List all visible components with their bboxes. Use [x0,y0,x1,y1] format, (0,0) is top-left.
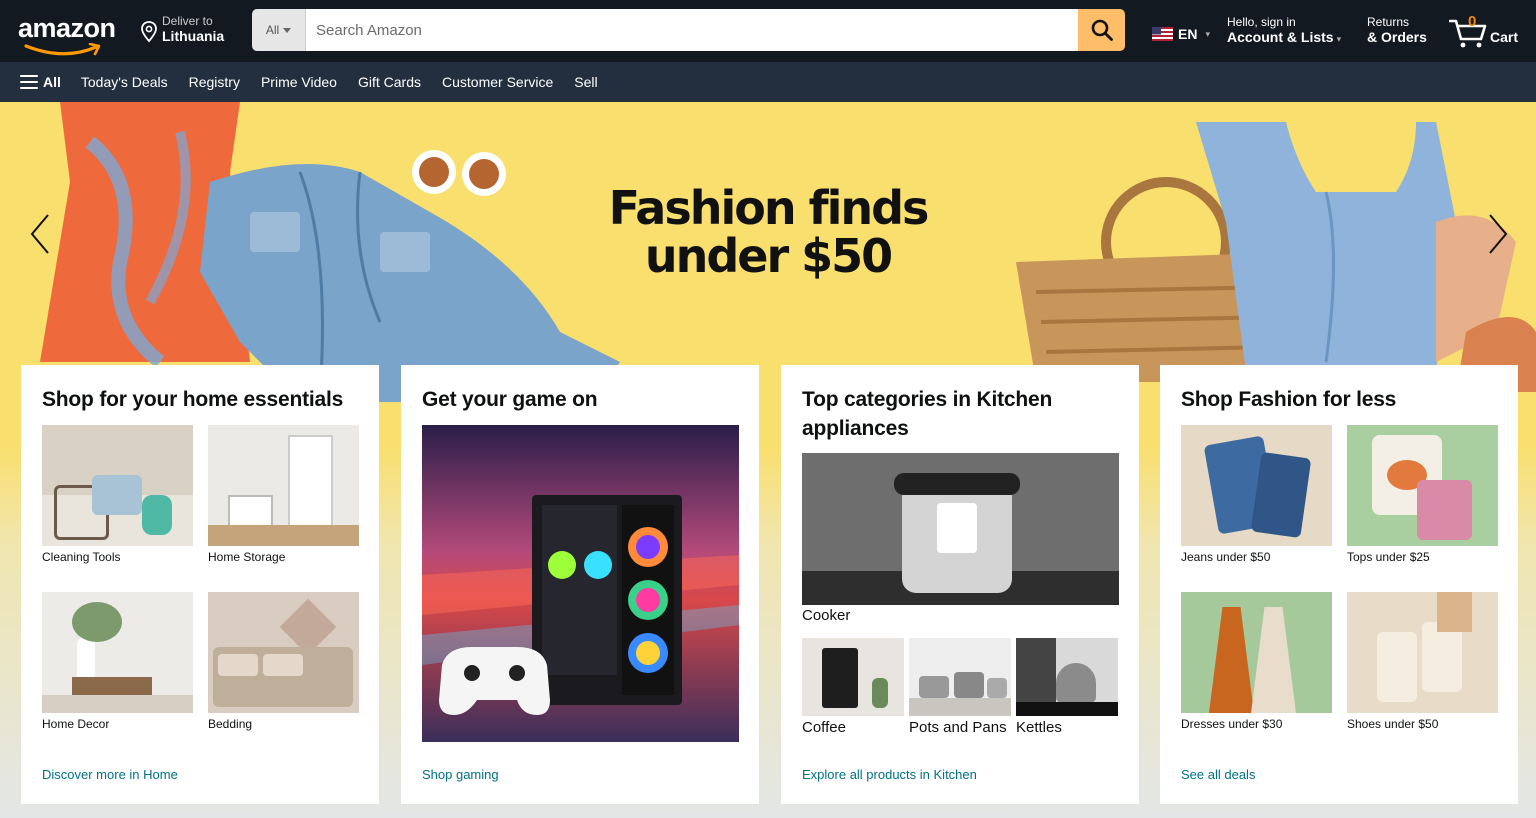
search-category-label: All [265,23,280,37]
gaming-pc-illustration [422,495,739,715]
tile-label: Kettles [1016,719,1062,736]
home-storage-image [208,425,359,546]
deliver-to-location[interactable]: Deliver to Lithuania [140,14,224,45]
card-title: Get your game on [422,388,598,411]
gaming-pc-image[interactable] [422,425,739,742]
account-caret-icon: ▾ [1336,34,1342,44]
shop-gaming-link[interactable]: Shop gaming [422,767,499,782]
nav-prime-video[interactable]: Prime Video [261,74,337,90]
tile-label: Dresses under $30 [1181,717,1283,731]
returns-orders-link[interactable]: Returns & Orders [1367,15,1427,46]
tile-label: Jeans under $50 [1181,550,1271,564]
tile-kettles[interactable]: Kettles [1016,638,1118,736]
language-caret-icon: ▾ [1205,28,1210,39]
see-all-deals-link[interactable]: See all deals [1181,767,1255,782]
tile-label: Bedding [208,717,253,731]
account-label: Account & Lists [1227,29,1334,45]
tile-label: Coffee [802,719,846,736]
all-menu-label: All [43,74,61,90]
search-button[interactable] [1078,9,1125,51]
logo-text: amazon [18,13,116,43]
carousel-next-arrow-icon[interactable] [1486,212,1510,256]
tile-jeans[interactable]: Jeans under $50 [1181,425,1332,564]
deliver-location: Lithuania [162,28,225,44]
cleaning-tools-image [42,425,193,546]
cart-label: Cart [1490,29,1519,45]
explore-kitchen-link[interactable]: Explore all products in Kitchen [802,767,977,782]
discover-home-link[interactable]: Discover more in Home [42,767,178,782]
card-title: Shop for your home essentials [42,388,344,411]
jeans-image [1181,425,1332,546]
us-flag-icon [1152,27,1173,41]
cart-count: 0 [1468,13,1477,30]
tile-dresses[interactable]: Dresses under $30 [1181,592,1332,731]
account-lists-menu[interactable]: Hello, sign in Account & Lists ▾ [1227,15,1341,48]
card-fashion-for-less: Shop Fashion for less Jeans under $50 To… [1160,365,1518,804]
tile-shoes[interactable]: Shoes under $50 [1347,592,1498,731]
kettles-image [1016,638,1118,716]
language-label: EN [1178,26,1198,42]
deliver-label: Deliver to [162,14,213,28]
tile-label: Pots and Pans [909,719,1007,736]
card-gaming: Get your game on Shop gaming [401,365,759,804]
tile-home-storage[interactable]: Home Storage [208,425,359,564]
search-bar: All [252,9,1125,51]
shoes-image [1347,592,1498,713]
amazon-logo[interactable]: amazon [18,10,124,56]
tile-bedding[interactable]: Bedding [208,592,359,731]
orders-label: & Orders [1367,29,1427,45]
tile-tops[interactable]: Tops under $25 [1347,425,1498,564]
search-input[interactable] [306,9,1078,51]
tile-label: Shoes under $50 [1347,717,1439,731]
tile-home-decor[interactable]: Home Decor [42,592,193,731]
card-home-essentials: Shop for your home essentials Cleaning T… [21,365,379,804]
card-kitchen-appliances: Top categories in Kitchen appliances Coo… [781,365,1139,804]
carousel-prev-arrow-icon[interactable] [28,212,52,256]
dresses-image [1181,592,1332,713]
search-icon [1091,19,1113,41]
cart-button[interactable]: 0 Cart [1449,11,1524,51]
tile-label: Cleaning Tools [42,550,121,564]
coffee-image [802,638,904,716]
tops-image [1347,425,1498,546]
pots-pans-image [909,638,1011,716]
cooker-image[interactable] [802,453,1119,605]
tile-label: Home Decor [42,717,110,731]
menu-icon [20,75,38,89]
tile-label: Home Storage [208,550,286,564]
hero-headline: Fashion finds under $50 [0,184,1536,280]
nav-gift-cards[interactable]: Gift Cards [358,74,421,90]
account-greeting: Hello, sign in [1227,15,1296,29]
nav-sell[interactable]: Sell [574,74,597,90]
top-navigation-bar: amazon Deliver to Lithuania All Search A… [0,0,1536,62]
secondary-navigation-bar: All Today's Deals Registry Prime Video G… [0,62,1536,102]
language-selector[interactable]: EN ▾ [1152,26,1210,42]
tile-pots-pans[interactable]: Pots and Pans [909,638,1011,736]
nav-todays-deals[interactable]: Today's Deals [81,74,168,90]
nav-customer-service[interactable]: Customer Service [442,74,553,90]
cooker-label: Cooker [802,607,851,624]
tile-label: Tops under $25 [1347,550,1430,564]
hero-headline-line1: Fashion finds [608,181,930,235]
dropdown-caret-icon [283,27,292,33]
all-menu-button[interactable]: All [20,74,61,90]
search-category-dropdown[interactable]: All [252,9,306,51]
returns-label: Returns [1367,15,1410,29]
tile-coffee[interactable]: Coffee [802,638,904,736]
location-pin-icon [141,21,157,43]
hero-headline-line2: under $50 [644,229,893,283]
card-title: Top categories in Kitchen appliances [802,388,1053,440]
tile-cleaning-tools[interactable]: Cleaning Tools [42,425,193,564]
nav-registry[interactable]: Registry [189,74,240,90]
logo-smile-icon [24,43,101,56]
bedding-image [208,592,359,713]
home-decor-image [42,592,193,713]
card-title: Shop Fashion for less [1181,388,1397,411]
